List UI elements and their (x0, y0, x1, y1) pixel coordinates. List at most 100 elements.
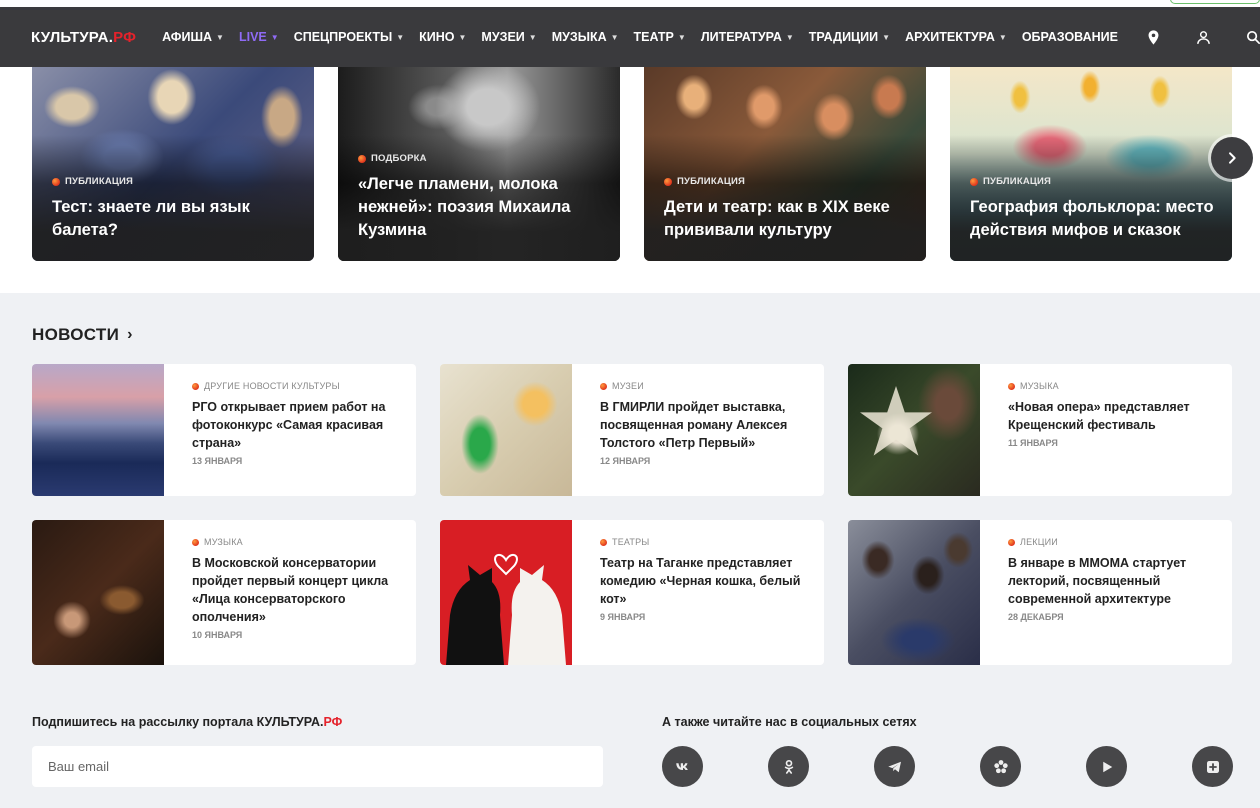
card-title: Дети и театр: как в XIX веке прививали к… (664, 198, 890, 239)
violinists-photo (32, 520, 164, 665)
nav-item-4[interactable]: МУЗЕИ ▼ (481, 30, 536, 44)
nav-item-1[interactable]: LIVE ▼ (239, 30, 279, 44)
news-category-label: ТЕАТРЫ (612, 537, 650, 547)
card-title: «Легче пламени, молока нежней»: поэзия М… (358, 175, 571, 239)
nav-item-9[interactable]: АРХИТЕКТУРА ▼ (905, 30, 1007, 44)
news-date: 10 ЯНВАРЯ (192, 630, 243, 640)
news-category-label: МУЗЫКА (1020, 381, 1059, 391)
news-card[interactable]: МУЗЕИ В ГМИРЛИ пройдет выставка, посвяще… (440, 364, 824, 496)
search-icon[interactable] (1240, 23, 1260, 51)
news-card[interactable]: ДРУГИЕ НОВОСТИ КУЛЬТУРЫ РГО открывает пр… (32, 364, 416, 496)
card-category: ПОДБОРКА (358, 153, 427, 164)
nav-item-label: МУЗЕИ (481, 30, 525, 44)
plus-square-icon[interactable] (1192, 746, 1233, 787)
nav-item-10[interactable]: ОБРАЗОВАНИЕ (1022, 30, 1118, 44)
top-pill (1170, 0, 1260, 4)
lecture-audience-photo (848, 520, 980, 665)
nav-item-6[interactable]: ТЕАТР ▼ (634, 30, 686, 44)
news-category: ЛЕКЦИИ (1008, 537, 1216, 547)
card-category: ПУБЛИКАЦИЯ (970, 176, 1051, 187)
nav-item-label: ЛИТЕРАТУРА (700, 30, 782, 44)
nav-item-label: СПЕЦПРОЕКТЫ (293, 30, 393, 44)
news-card[interactable]: ЛЕКЦИИ В январе в ММОМА стартует лектори… (848, 520, 1232, 665)
card-category: ПУБЛИКАЦИЯ (52, 176, 133, 187)
card-category-label: ПОДБОРКА (371, 153, 427, 164)
news-card[interactable]: МУЗЫКА «Новая опера» представляет Крещен… (848, 364, 1232, 496)
featured-card[interactable]: ПУБЛИКАЦИЯ Дети и театр: как в XIX веке … (644, 67, 926, 261)
category-dot-icon (600, 382, 607, 390)
nav-item-0[interactable]: АФИША ▼ (162, 30, 224, 44)
main-navbar: КУЛЬТУРА.РФ АФИША ▼ LIVE ▼ СПЕЦПРОЕКТЫ ▼ КИНО ▼… (0, 7, 1260, 67)
nav-item-label: КИНО (419, 30, 455, 44)
caret-down-icon: ▼ (216, 32, 224, 42)
news-card[interactable]: ТЕАТРЫ Театр на Таганке представляет ком… (440, 520, 824, 665)
carousel-next-button[interactable] (1211, 137, 1253, 179)
category-dot-icon (52, 177, 60, 186)
logo-main: КУЛЬТУРА. (31, 28, 114, 46)
news-date: 12 ЯНВАРЯ (600, 456, 651, 466)
category-dot-icon (192, 382, 199, 390)
news-category: ТЕАТРЫ (600, 537, 808, 547)
chevron-right-icon (1229, 152, 1236, 164)
vk-icon[interactable] (662, 746, 703, 787)
email-input[interactable] (32, 746, 603, 787)
category-dot-icon (358, 154, 366, 163)
news-title: В январе в ММОМА стартует лекторий, посв… (1008, 556, 1187, 606)
caret-down-icon: ▼ (528, 32, 537, 42)
caret-down-icon: ▼ (882, 32, 891, 42)
featured-section: ПУБЛИКАЦИЯ Тест: знаете ли вы язык балет… (0, 67, 1260, 293)
news-heading[interactable]: НОВОСТИ › (32, 325, 133, 345)
play-icon[interactable] (1086, 746, 1127, 787)
caret-down-icon: ▼ (998, 32, 1007, 42)
nav-item-label: АФИША (162, 30, 213, 44)
featured-card[interactable]: ПОДБОРКА «Легче пламени, молока нежней»:… (338, 67, 620, 261)
site-logo[interactable]: КУЛЬТУРА.РФ (31, 29, 136, 46)
social-label: А также читайте нас в социальных сетях (662, 715, 917, 729)
browser-top-strip (0, 0, 1260, 7)
news-title: В ГМИРЛИ пройдет выставка, посвященная р… (600, 400, 788, 450)
news-category-label: ДРУГИЕ НОВОСТИ КУЛЬТУРЫ (204, 381, 340, 391)
nav-item-2[interactable]: СПЕЦПРОЕКТЫ ▼ (294, 30, 404, 44)
subscribe-label-text: Подпишитесь на рассылку портала КУЛЬТУРА… (32, 715, 324, 729)
telegram-icon[interactable] (874, 746, 915, 787)
flower-icon[interactable] (980, 746, 1021, 787)
star-shape (860, 386, 932, 456)
caret-down-icon: ▼ (458, 32, 467, 42)
news-title: В Московской консерватории пройдет первы… (192, 556, 389, 624)
nav-item-3[interactable]: КИНО ▼ (419, 30, 466, 44)
odnoklassniki-icon[interactable] (768, 746, 809, 787)
chevron-right-icon: › (127, 326, 133, 343)
caret-down-icon: ▼ (270, 32, 279, 42)
news-category: МУЗЫКА (192, 537, 400, 547)
caret-down-icon: ▼ (396, 32, 405, 42)
card-title: Тест: знаете ли вы язык балета? (52, 198, 250, 239)
news-category: МУЗЫКА (1008, 381, 1216, 391)
category-dot-icon (970, 177, 978, 186)
news-category: МУЗЕИ (600, 381, 808, 391)
nav-item-label: ТЕАТР (633, 30, 674, 44)
nav-item-5[interactable]: МУЗЫКА ▼ (552, 30, 619, 44)
card-category-label: ПУБЛИКАЦИЯ (677, 176, 746, 187)
featured-card[interactable]: ПУБЛИКАЦИЯ Тест: знаете ли вы язык балет… (32, 67, 314, 261)
caret-down-icon: ▼ (677, 32, 686, 42)
nav-item-8[interactable]: ТРАДИЦИИ ▼ (809, 30, 890, 44)
location-pin-icon[interactable] (1140, 23, 1168, 51)
news-category: ДРУГИЕ НОВОСТИ КУЛЬТУРЫ (192, 381, 400, 391)
category-dot-icon (664, 177, 672, 186)
nav-item-label: МУЗЫКА (551, 30, 607, 44)
category-dot-icon (600, 538, 607, 546)
news-card[interactable]: МУЗЫКА В Московской консерватории пройде… (32, 520, 416, 665)
mountains-photo (32, 364, 164, 496)
news-title: Театр на Таганке представляет комедию «Ч… (600, 556, 801, 606)
card-category-label: ПУБЛИКАЦИЯ (65, 176, 134, 187)
news-date: 13 ЯНВАРЯ (192, 456, 243, 466)
peter-first-illustration (440, 364, 572, 496)
featured-card[interactable]: ПУБЛИКАЦИЯ География фольклора: место де… (950, 67, 1232, 261)
user-icon[interactable] (1190, 23, 1218, 51)
star-decoration-photo (848, 364, 980, 496)
caret-down-icon: ▼ (610, 32, 619, 42)
nav-menu: АФИША ▼ LIVE ▼ СПЕЦПРОЕКТЫ ▼ КИНО ▼ МУЗЕИ ▼ МУЗЫКА… (162, 30, 1133, 44)
card-title: География фольклора: место действия мифо… (970, 198, 1214, 239)
nav-item-7[interactable]: ЛИТЕРАТУРА ▼ (701, 30, 794, 44)
caret-down-icon: ▼ (785, 32, 794, 42)
